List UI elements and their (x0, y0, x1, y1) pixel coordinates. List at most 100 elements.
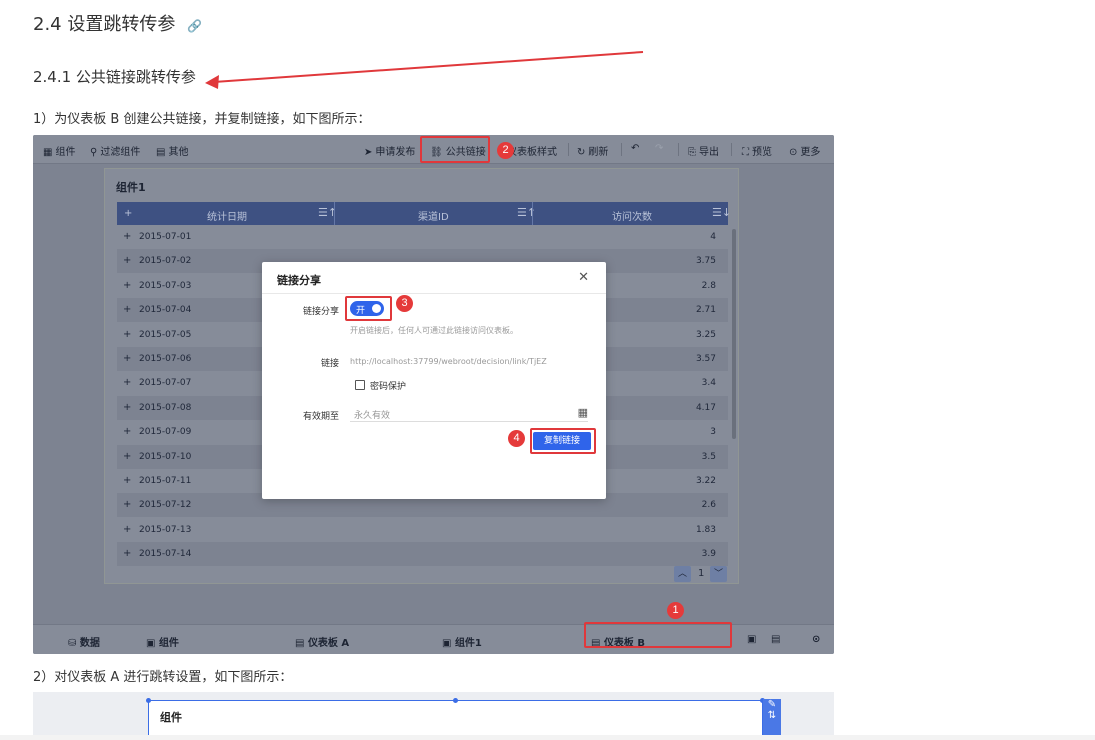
highlight-toggle (345, 296, 392, 321)
selected-component[interactable]: 组件 (148, 700, 763, 740)
step2-text: 2）对仪表板 A 进行跳转设置，如下图所示： (33, 670, 293, 685)
expand-icon[interactable]: + (123, 402, 131, 413)
col-date[interactable]: 统计日期 (207, 208, 247, 223)
more-icon: ⊙ (789, 147, 798, 158)
row-value: 2.6 (701, 500, 716, 511)
share-label: 链接分享 (302, 307, 339, 317)
password-label: 密码保护 (370, 382, 407, 392)
step-badge-2: 2 (497, 142, 514, 159)
expand-icon[interactable]: + (123, 329, 131, 340)
toolbar-refresh[interactable]: ↻ 刷新 (577, 143, 608, 158)
section-heading: 2.4 设置跳转传参 🔗 (33, 10, 202, 36)
row-value: 3 (710, 427, 716, 438)
jump-icon[interactable]: ⇅ (763, 710, 781, 721)
expand-all-icon[interactable]: + (124, 208, 132, 219)
table-header: + 统计日期 ☰↑ 渠道ID ☰↑ 访问次数 ☰↓ (117, 202, 731, 225)
toolbar-other[interactable]: ▤ 其他 (156, 143, 188, 158)
step1-text: 1）为仪表板 B 创建公共链接，并复制链接，如下图所示： (33, 112, 371, 127)
expand-icon[interactable]: + (123, 255, 131, 266)
row-value: 3.4 (701, 378, 716, 389)
add-dashboard-icon[interactable]: ▤ (771, 634, 780, 645)
calendar-icon[interactable]: ▦ (578, 406, 588, 419)
row-date: 2015-07-07 (139, 378, 192, 389)
sort-icon[interactable]: ☰↓ (712, 206, 731, 219)
expand-icon[interactable]: + (123, 304, 131, 315)
tab-data[interactable]: ⛁ 数据 (68, 634, 100, 649)
expire-date-input[interactable]: 永久有效 ▦ (350, 405, 588, 422)
row-date: 2015-07-10 (139, 451, 192, 462)
image-icon: ▣ (146, 638, 159, 649)
dialog-title: 链接分享 (277, 274, 321, 287)
expand-icon[interactable]: + (123, 475, 131, 486)
export-icon: ⎘ (688, 147, 696, 158)
component-title: 组件 (160, 711, 182, 724)
table-row[interactable]: +2015-07-14 3.9 (117, 542, 728, 567)
expand-icon[interactable]: + (123, 451, 131, 462)
tab-component[interactable]: ▣ 组件 (146, 634, 179, 649)
highlight-public-link (420, 136, 490, 163)
undo-icon[interactable]: ↶ (631, 143, 639, 154)
toolbar-preview[interactable]: ⛶ 预览 (742, 143, 772, 158)
toolbar-more[interactable]: ⊙ 更多 (789, 143, 820, 158)
card-title: 组件1 (116, 181, 146, 194)
page-down-icon[interactable]: ﹀ (710, 566, 727, 582)
step-badge-1: 1 (667, 602, 684, 619)
expand-icon[interactable]: + (123, 280, 131, 291)
password-checkbox[interactable] (355, 380, 365, 390)
row-value: 3.9 (701, 549, 716, 560)
row-date: 2015-07-01 (139, 232, 192, 242)
toolbar-component[interactable]: ▦ 组件 (43, 143, 75, 158)
step-badge-4: 4 (508, 430, 525, 447)
jump-settings-screenshot: 组件 ✎ ⇅ (33, 692, 834, 740)
other-icon: ▤ (156, 147, 166, 158)
row-date: 2015-07-06 (139, 354, 192, 364)
table-scrollbar[interactable] (732, 229, 736, 439)
row-date: 2015-07-03 (139, 280, 192, 291)
toolbar-dashboard-style[interactable]: 仪表板样式 (507, 143, 557, 158)
highlight-dashboard-b (584, 622, 732, 648)
toolbar-apply-publish[interactable]: ➤ 申请发布 (364, 143, 415, 158)
row-date: 2015-07-13 (139, 524, 192, 535)
expand-icon[interactable]: + (123, 499, 131, 510)
expire-label: 有效期至 (302, 412, 339, 422)
collapse-icon[interactable]: ⊙ (812, 634, 820, 645)
add-component-icon[interactable]: ▣ (747, 634, 756, 645)
expand-icon[interactable]: + (123, 353, 131, 364)
dashboard-icon: ▤ (295, 638, 308, 649)
toolbar-export[interactable]: ⎘ 导出 (688, 143, 719, 158)
expand-icon[interactable]: + (123, 377, 131, 388)
expand-icon[interactable]: + (123, 548, 131, 559)
component-icon: ▦ (43, 147, 53, 158)
page-up-icon[interactable]: ︿ (674, 566, 691, 582)
row-value: 3.5 (701, 451, 716, 462)
filter-icon: ⚲ (90, 147, 98, 158)
table-row[interactable]: +2015-07-13 1.83 (117, 518, 728, 542)
expire-placeholder: 永久有效 (354, 411, 391, 421)
expand-icon[interactable]: + (123, 426, 131, 437)
link-value: http://localhost:37799/webroot/decision/… (350, 357, 547, 366)
tab-dashboard-a[interactable]: ▤ 仪表板 A (295, 634, 349, 649)
sort-icon[interactable]: ☰↑ (517, 206, 536, 219)
preview-icon: ⛶ (742, 147, 749, 158)
dashboard-screenshot: ▦ 组件 ⚲ 过滤组件 ▤ 其他 ➤ 申请发布 ⛓ 公共链接 仪表板样式 ↻ 刷新 ↶ ↷ … (33, 135, 834, 654)
col-channel[interactable]: 渠道ID (418, 208, 449, 223)
edit-icon[interactable]: ✎ (763, 699, 781, 710)
row-date: 2015-07-04 (139, 305, 192, 316)
row-value: 3.75 (695, 256, 716, 267)
row-date: 2015-07-11 (139, 476, 192, 486)
row-value: 3.22 (695, 476, 716, 486)
table-row[interactable]: +2015-07-01 4 (117, 225, 728, 249)
anchor-link-icon[interactable]: 🔗 (187, 19, 202, 33)
database-icon: ⛁ (68, 638, 80, 649)
share-dialog: 链接分享 ✕ 链接分享 开 3 开启链接后，任何人可通过此链接访问仪表板。 链接… (262, 262, 606, 499)
toolbar-filter-component[interactable]: ⚲ 过滤组件 (90, 143, 140, 158)
share-hint: 开启链接后，任何人可通过此链接访问仪表板。 (350, 326, 518, 335)
tab-component1[interactable]: ▣ 组件1 (442, 634, 482, 649)
redo-icon[interactable]: ↷ (655, 143, 663, 154)
expand-icon[interactable]: + (123, 524, 131, 535)
expand-icon[interactable]: + (123, 231, 131, 242)
row-value: 4.17 (695, 402, 716, 413)
close-icon[interactable]: ✕ (578, 270, 589, 285)
col-visits[interactable]: 访问次数 (612, 208, 652, 223)
section-heading-text: 2.4 设置跳转传参 (33, 14, 176, 35)
